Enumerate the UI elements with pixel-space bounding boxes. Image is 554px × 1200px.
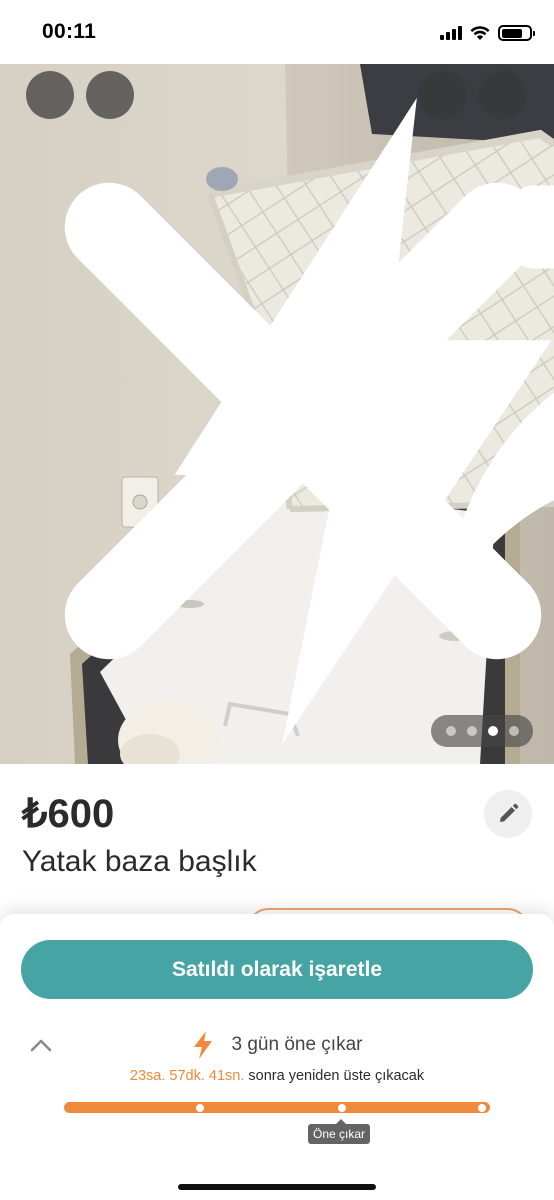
gallery-dot[interactable]: [466, 726, 477, 736]
countdown-suffix: sonra yeniden üste çıkacak: [244, 1068, 425, 1084]
bottom-sheet: Satıldı olarak işaretle 3 gün öne çıkar …: [0, 914, 554, 1200]
home-indicator: [178, 1184, 376, 1190]
status-icons: [440, 22, 535, 44]
boost-tooltip[interactable]: Öne çıkar: [308, 1119, 371, 1144]
boost-button[interactable]: [86, 71, 552, 745]
listing-photo[interactable]: [0, 64, 554, 764]
gallery-pagination[interactable]: [431, 715, 533, 747]
listing-title: Yatak baza başlık: [22, 845, 257, 878]
trash-icon: [506, 185, 554, 269]
progress-marker: [338, 1103, 346, 1112]
gallery-dot-active[interactable]: [487, 726, 498, 736]
boost-timer: 23sa. 57dk. 41sn. sonra yeniden üste çık…: [0, 1068, 554, 1084]
mark-as-sold-button[interactable]: Satıldı olarak işaretle: [21, 940, 533, 999]
progress-marker: [478, 1103, 486, 1112]
boost-row: 3 gün öne çıkar: [0, 1030, 554, 1060]
status-bar: 00:11: [0, 0, 554, 64]
gallery-dot[interactable]: [508, 726, 519, 736]
wifi-icon: [470, 25, 490, 40]
countdown-text: 23sa. 57dk. 41sn.: [129, 1068, 245, 1084]
close-button[interactable]: [26, 71, 542, 660]
delete-button[interactable]: [479, 71, 554, 269]
progress-marker: [196, 1103, 204, 1112]
status-time: 00:11: [42, 20, 97, 43]
gallery-dot[interactable]: [445, 726, 456, 736]
pencil-icon: [500, 803, 519, 822]
boost-label: 3 gün öne çıkar: [231, 1034, 363, 1055]
boost-progress-bar[interactable]: [64, 1102, 490, 1113]
edit-button[interactable]: [484, 790, 532, 838]
lightning-icon: [193, 1031, 212, 1059]
listing-price: ₺600: [22, 792, 115, 836]
cellular-signal-icon: [440, 26, 462, 40]
share-button[interactable]: [419, 71, 554, 613]
battery-icon: [498, 25, 535, 41]
